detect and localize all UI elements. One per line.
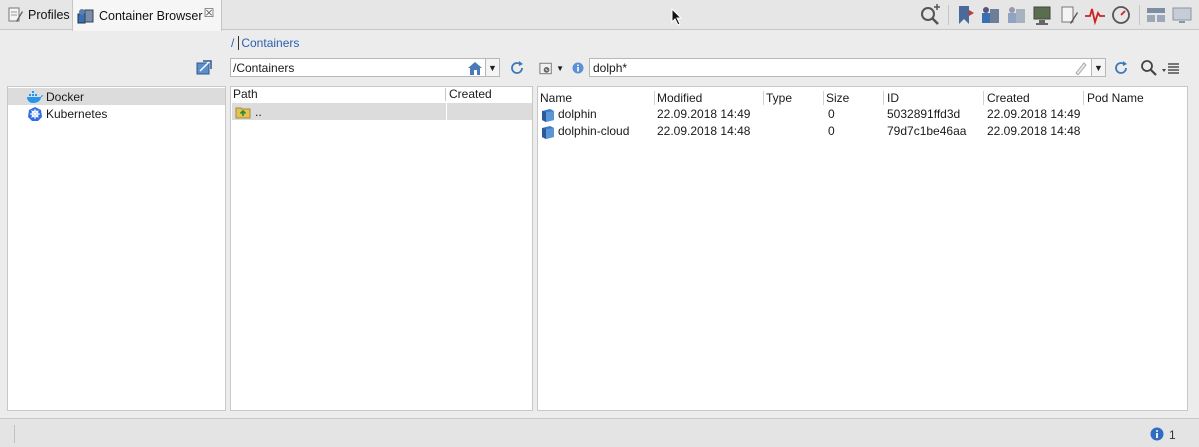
container-icon: [540, 107, 556, 123]
docker-icon: [26, 89, 44, 105]
tree-item-label: Docker: [46, 89, 85, 104]
tab-container-browser-label: Container Browser: [99, 8, 203, 23]
container-name: dolphin: [558, 107, 597, 121]
id-cell: 5032891ffd3d: [887, 107, 961, 121]
container-icon: [540, 124, 556, 140]
container-stack-icon[interactable]: [979, 3, 1003, 27]
refresh-icon[interactable]: [508, 59, 526, 77]
status-separator: [14, 425, 15, 443]
created-cell: 22.09.2018 14:49: [987, 107, 1081, 121]
column-divider[interactable]: [883, 91, 884, 105]
column-divider[interactable]: [823, 91, 824, 105]
clear-filter-icon[interactable]: [1073, 61, 1087, 75]
close-icon[interactable]: ☒: [203, 7, 215, 19]
image-stack-icon[interactable]: [1005, 3, 1029, 27]
filter-options-icon: [539, 62, 552, 75]
bookmark-icon[interactable]: [953, 3, 977, 27]
column-divider[interactable]: [1083, 91, 1084, 105]
size-cell: 0: [828, 107, 835, 121]
path-table: Path Created ..: [230, 86, 533, 411]
column-divider[interactable]: [654, 91, 655, 105]
tree-item-docker[interactable]: Docker: [8, 88, 225, 105]
table-row[interactable]: dolphin 22.09.2018 14:49 0 5032891ffd3d …: [538, 106, 1187, 123]
display-icon[interactable]: [1170, 3, 1194, 27]
filter-mode-button[interactable]: ▼: [538, 59, 564, 77]
created-cell: 22.09.2018 14:48: [987, 124, 1081, 138]
toolbar-separator: [948, 5, 949, 25]
name-cell: dolphin: [540, 106, 597, 123]
id-cell: 79d7c1be46aa: [887, 124, 967, 138]
column-header-created[interactable]: Created: [447, 87, 492, 102]
home-icon[interactable]: [467, 60, 483, 76]
column-header-path[interactable]: Path: [231, 87, 258, 102]
column-header-modified[interactable]: Modified: [656, 91, 702, 106]
filter-input[interactable]: dolph* ▼: [589, 58, 1106, 77]
column-header-name[interactable]: Name: [539, 91, 572, 106]
path-dropdown-arrow[interactable]: ▼: [485, 59, 499, 76]
breadcrumb: / Containers: [231, 36, 299, 50]
column-header-type[interactable]: Type: [765, 91, 792, 106]
text-caret: [238, 36, 240, 50]
activity-icon[interactable]: [1083, 3, 1107, 27]
column-divider[interactable]: [763, 91, 764, 105]
tab-profiles[interactable]: Profiles: [0, 0, 72, 30]
tree-item-label: Kubernetes: [46, 106, 108, 121]
add-search-icon[interactable]: [918, 3, 942, 27]
tab-profiles-label: Profiles: [28, 8, 70, 22]
modified-cell: 22.09.2018 14:48: [657, 124, 751, 138]
breadcrumb-root[interactable]: /: [231, 36, 234, 50]
link-sync-icon[interactable]: [195, 59, 213, 77]
container-browser-icon: [77, 7, 95, 25]
path-input[interactable]: /Containers ▼: [230, 58, 500, 77]
chevron-down-icon: ▼: [556, 63, 564, 73]
column-header-size[interactable]: Size: [825, 91, 849, 106]
status-bar: 1: [0, 418, 1199, 447]
info-icon[interactable]: [1150, 427, 1164, 441]
modified-cell: 22.09.2018 14:49: [657, 107, 751, 121]
monitor-icon[interactable]: [1031, 3, 1055, 27]
table-row[interactable]: ..: [232, 103, 532, 120]
search-icon[interactable]: [1140, 59, 1158, 77]
mouse-cursor-icon: [671, 8, 683, 26]
column-header-pod-name[interactable]: Pod Name: [1086, 91, 1144, 106]
column-header-created[interactable]: Created: [986, 91, 1030, 106]
container-table: Name Modified Type Size ID Created Pod N…: [537, 86, 1188, 411]
edit-document-icon[interactable]: [1057, 3, 1081, 27]
column-header-id[interactable]: ID: [886, 91, 899, 106]
engine-tree: Docker Kubernetes: [7, 86, 226, 411]
tree-item-kubernetes[interactable]: Kubernetes: [8, 105, 225, 122]
parent-folder-icon: [235, 104, 251, 120]
main-toolbar: [918, 3, 1196, 27]
info-icon[interactable]: [572, 62, 584, 74]
container-name: dolphin-cloud: [558, 124, 630, 138]
notification-count: 1: [1169, 428, 1176, 442]
tab-container-browser[interactable]: Container Browser ☒: [72, 0, 222, 31]
table-row[interactable]: dolphin-cloud 22.09.2018 14:48 0 79d7c1b…: [538, 123, 1187, 140]
layout-icon[interactable]: [1144, 3, 1168, 27]
size-cell: 0: [828, 124, 835, 138]
toolbar-separator: [1139, 5, 1140, 25]
tab-bar: Profiles Container Browser ☒: [0, 0, 1199, 31]
view-menu-icon[interactable]: [1162, 60, 1180, 76]
refresh-icon[interactable]: [1112, 59, 1130, 77]
column-divider: [446, 103, 447, 120]
filter-input-value: dolph*: [593, 60, 628, 75]
kubernetes-icon: [26, 106, 44, 122]
name-cell: dolphin-cloud: [540, 123, 629, 140]
breadcrumb-item-containers[interactable]: Containers: [241, 36, 299, 50]
filter-dropdown-arrow[interactable]: ▼: [1091, 59, 1105, 76]
profiles-icon: [6, 6, 24, 24]
gauge-icon[interactable]: [1109, 3, 1133, 27]
column-divider[interactable]: [445, 88, 446, 101]
column-divider[interactable]: [983, 91, 984, 105]
path-input-value: /Containers: [233, 60, 295, 75]
path-cell: ..: [255, 104, 262, 119]
